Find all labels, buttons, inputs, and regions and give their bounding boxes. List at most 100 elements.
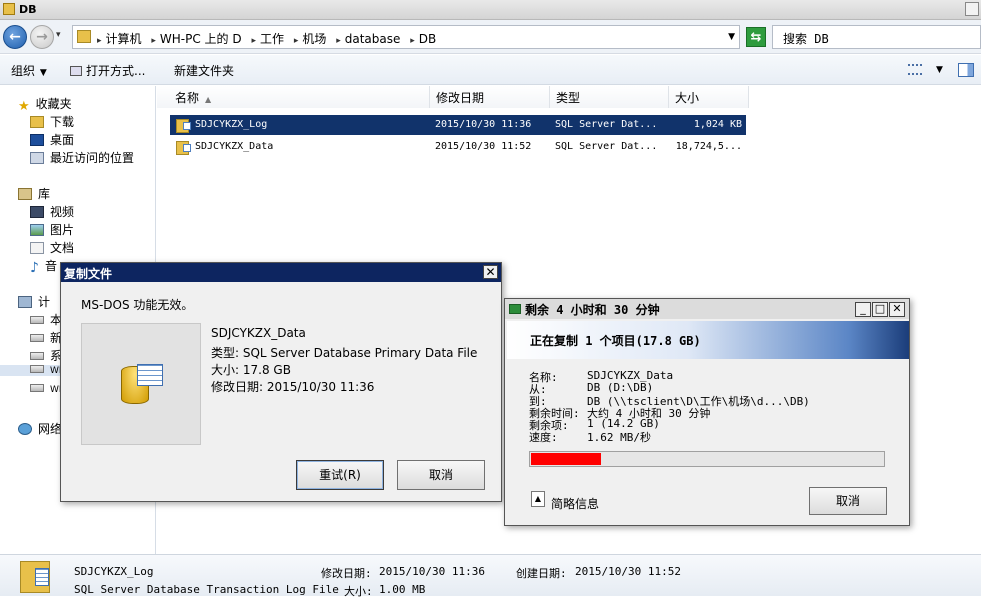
collapse-details-button[interactable]: ▲ — [531, 491, 545, 507]
drive-icon — [30, 352, 44, 360]
file-name: SDJCYKZX_Log — [195, 119, 268, 130]
file-name: SDJCYKZX_Data — [211, 326, 306, 340]
nav-desktop[interactable]: 桌面 — [30, 131, 74, 148]
maximize-button[interactable]: □ — [872, 302, 888, 317]
folder-icon — [3, 3, 15, 15]
detail-label: 速度: — [529, 431, 558, 444]
close-button[interactable]: ✕ — [483, 265, 498, 279]
open-icon — [70, 66, 82, 76]
forward-button[interactable]: → — [30, 25, 54, 49]
preview-pane-icon[interactable] — [958, 63, 974, 77]
column-header-row: 名称 ▲ 修改日期 类型 大小 — [157, 86, 981, 108]
file-preview — [81, 323, 201, 445]
nav-videos[interactable]: 视频 — [30, 203, 74, 220]
search-placeholder: 搜索 DB — [783, 32, 829, 46]
detail-name: SDJCYKZX_Log — [74, 565, 154, 578]
copy-file-dialog: 复制文件 ✕ MS-DOS 功能无效。 SDJCYKZX_Data 类型: SQ… — [60, 262, 502, 502]
drive-icon — [30, 365, 44, 373]
close-button[interactable]: ✕ — [889, 302, 905, 317]
breadcrumb-item[interactable]: 计算机 — [106, 32, 142, 46]
address-field[interactable]: ▸ 计算机 ▸ WH-PC 上的 D ▸ 工作 ▸ 机场 ▸ database ▸ DB ▼ — [72, 25, 740, 49]
sort-up-icon: ▲ — [205, 95, 212, 104]
open-with-button[interactable]: 打开方式... — [70, 62, 145, 79]
column-header-name[interactable]: 名称 ▲ — [157, 86, 430, 108]
column-label: 大小 — [675, 91, 700, 105]
library-icon — [18, 188, 32, 200]
nav-favorites[interactable]: ★ 收藏夹 — [18, 95, 72, 114]
network-icon — [18, 423, 32, 435]
nav-label: 图片 — [50, 223, 75, 237]
cancel-button[interactable]: 取消 — [809, 487, 887, 515]
breadcrumb-item[interactable]: WH-PC 上的 D — [160, 32, 242, 46]
window-title: DB — [19, 3, 37, 16]
back-button[interactable]: ← — [3, 25, 27, 49]
chevron-right-icon[interactable]: ▸ — [294, 36, 299, 46]
recent-pages-dropdown-icon[interactable]: ▾ — [56, 30, 61, 40]
breadcrumb-item[interactable]: 机场 — [302, 32, 326, 46]
database-log-file-icon — [176, 119, 191, 133]
search-input[interactable]: 搜索 DB — [772, 25, 981, 49]
detail-created: 2015/10/30 11:52 — [575, 565, 681, 578]
breadcrumb-item[interactable]: 工作 — [260, 32, 284, 46]
file-type: SQL Server Dat... — [555, 119, 658, 130]
column-header-size[interactable]: 大小 — [669, 86, 749, 108]
nav-recent[interactable]: 最近访问的位置 — [30, 149, 134, 166]
cancel-button[interactable]: 取消 — [397, 460, 485, 490]
column-header-type[interactable]: 类型 — [550, 86, 669, 108]
breadcrumb-item[interactable]: database — [345, 32, 401, 46]
nav-network-drive-selected[interactable]: WF — [0, 365, 64, 376]
address-bar-area: ← → ▾ ▸ 计算机 ▸ WH-PC 上的 D ▸ 工作 ▸ 机场 ▸ database… — [0, 20, 981, 54]
window-titlebar: DB — [0, 0, 981, 20]
database-data-file-icon — [176, 141, 191, 155]
nav-label: 音 — [44, 259, 57, 273]
chevron-right-icon[interactable]: ▸ — [151, 36, 156, 46]
detail-type: SQL Server Database Transaction Log File — [74, 583, 339, 596]
file-size: 1,024 KB — [693, 119, 742, 130]
new-folder-button[interactable]: 新建文件夹 — [174, 62, 234, 79]
chevron-right-icon[interactable]: ▸ — [336, 36, 341, 46]
drive-icon — [30, 334, 44, 342]
nav-documents[interactable]: 文档 — [30, 239, 74, 256]
file-row[interactable]: SDJCYKZX_Data 2015/10/30 11:52 SQL Serve… — [170, 137, 746, 157]
view-icon[interactable] — [908, 64, 922, 75]
nav-downloads[interactable]: 下载 — [30, 113, 74, 130]
chevron-right-icon[interactable]: ▸ — [251, 36, 256, 46]
copy-icon — [509, 304, 521, 314]
nav-libraries[interactable]: 库 — [18, 185, 50, 202]
dialog-title: 剩余 4 小时和 30 分钟 — [505, 299, 909, 319]
refresh-button[interactable]: ⇆ — [746, 27, 766, 47]
nav-pictures[interactable]: 图片 — [30, 221, 74, 238]
file-row-selected[interactable]: SDJCYKZX_Log 2015/10/30 11:36 SQL Server… — [170, 115, 746, 135]
file-size: 大小: 17.8 GB — [211, 363, 291, 377]
brief-info-label[interactable]: 简略信息 — [551, 495, 599, 512]
nav-network[interactable]: 网络 — [18, 420, 62, 437]
detail-modified: 2015/10/30 11:36 — [379, 565, 485, 578]
chevron-down-icon[interactable]: ▼ — [936, 65, 943, 75]
video-icon — [30, 206, 44, 218]
nav-computer[interactable]: 计 — [18, 293, 50, 310]
minimize-button[interactable]: _ — [855, 302, 871, 317]
breadcrumb-item[interactable]: DB — [419, 32, 436, 46]
details-pane: SDJCYKZX_Log SQL Server Database Transac… — [0, 554, 981, 598]
nav-drive[interactable]: 新 — [30, 329, 62, 346]
chevron-down-icon[interactable]: ▼ — [728, 32, 735, 42]
dialog-title: 复制文件 — [61, 263, 501, 282]
chevron-right-icon[interactable]: ▸ — [97, 36, 102, 46]
open-with-label: 打开方式... — [86, 64, 146, 78]
nav-network-drive[interactable]: WF — [30, 384, 64, 395]
drive-icon — [30, 384, 44, 392]
pictures-icon — [30, 224, 44, 236]
nav-music[interactable]: ♪ 音 — [30, 257, 57, 276]
drive-icon — [30, 316, 44, 324]
window-control-button[interactable] — [965, 2, 979, 16]
organize-button[interactable]: 组织 ▼ — [11, 62, 47, 79]
nav-label: 文档 — [50, 241, 75, 255]
nav-drive[interactable]: 系 — [30, 347, 62, 364]
column-header-modified[interactable]: 修改日期 — [430, 86, 550, 108]
nav-label: 下载 — [50, 115, 75, 129]
downloads-icon — [30, 116, 44, 128]
detail-modified-label: 修改日期: — [321, 567, 372, 580]
chevron-right-icon[interactable]: ▸ — [410, 36, 415, 46]
retry-button[interactable]: 重试(R) — [296, 460, 384, 490]
nav-drive[interactable]: 本 — [30, 311, 62, 328]
